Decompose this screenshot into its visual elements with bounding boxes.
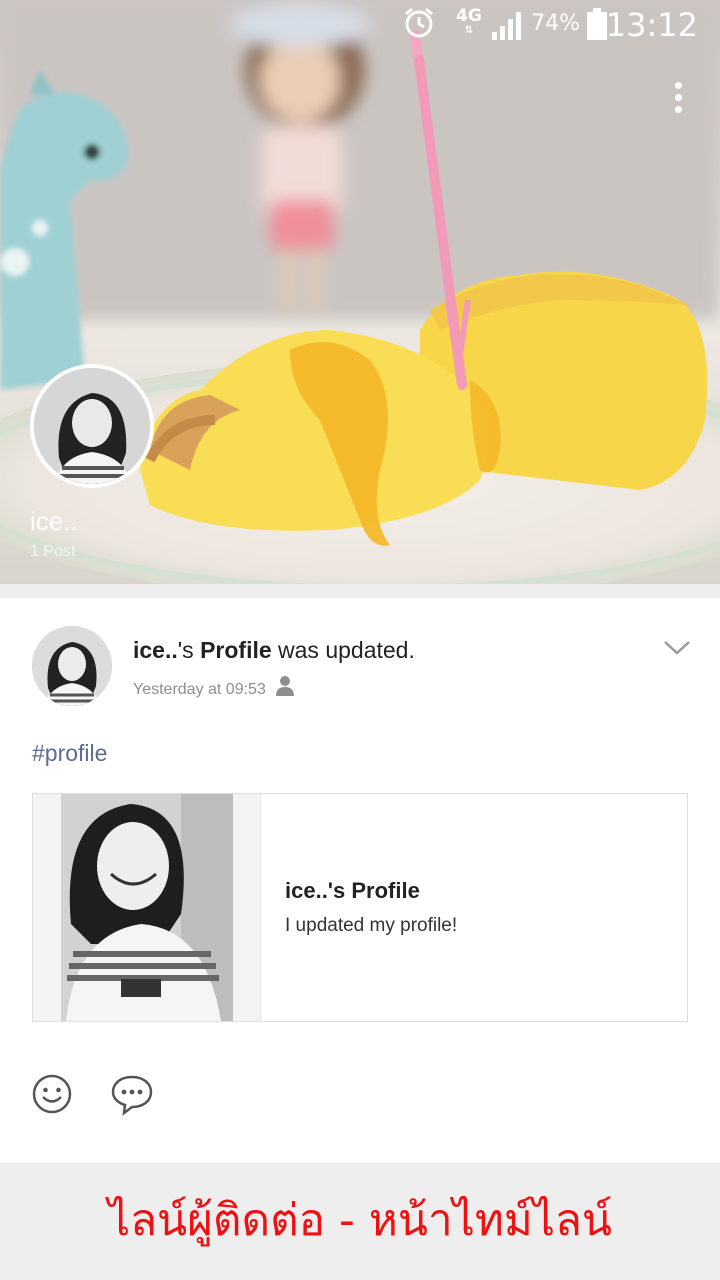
profile-update-card[interactable]: ice..'s Profile I updated my profile! [32,793,688,1022]
data-arrows-icon: ⇅ [464,25,474,36]
privacy-person-icon [276,676,295,696]
post-timestamp: Yesterday at 09:53 [133,681,266,698]
network-label: 4G [456,6,482,26]
hashtag-link[interactable]: #profile [32,740,107,767]
caption-bar: ไลน์ผู้ติดต่อ - หน้าไทม์ไลน์ [0,1163,720,1280]
post-meta: Yesterday at 09:53 [133,676,295,699]
status-bar: 4G ⇅ 74% 13:12 [0,0,720,50]
card-title: ice..'s Profile [285,878,420,903]
card-image [33,794,261,1021]
chevron-down-icon[interactable] [662,636,692,660]
cover-illustration [0,0,720,584]
signal-icon [492,12,521,40]
person-photo-icon [61,794,233,1021]
alarm-icon [405,7,433,38]
comment-icon[interactable] [110,1072,154,1116]
person-photo-icon [34,368,150,484]
post-author-avatar[interactable] [32,626,112,706]
clock: 13:12 [605,6,698,44]
more-options-icon[interactable] [666,78,690,118]
post-headline: ice..'s Profile was updated. [133,637,415,664]
battery-icon [587,8,607,40]
post-subject: Profile [200,637,272,663]
battery-percentage: 74% [531,11,580,36]
post-action-text: was updated. [271,637,415,663]
profile-avatar[interactable] [30,364,154,488]
possessive-text: 's [177,637,194,663]
person-photo-icon [32,626,112,706]
network-type: 4G ⇅ [456,6,482,36]
section-divider [0,584,720,598]
cover-photo[interactable]: 4G ⇅ 74% 13:12 ice.. 1 Post [0,0,720,584]
smiley-icon[interactable] [30,1072,74,1116]
card-description: I updated my profile! [285,915,458,936]
post-author-name[interactable]: ice.. [133,637,178,663]
caption-text: ไลน์ผู้ติดต่อ - หน้าไทม์ไลน์ [107,1195,613,1246]
post-count: 1 Post [30,543,76,560]
profile-name: ice.. [30,506,78,536]
